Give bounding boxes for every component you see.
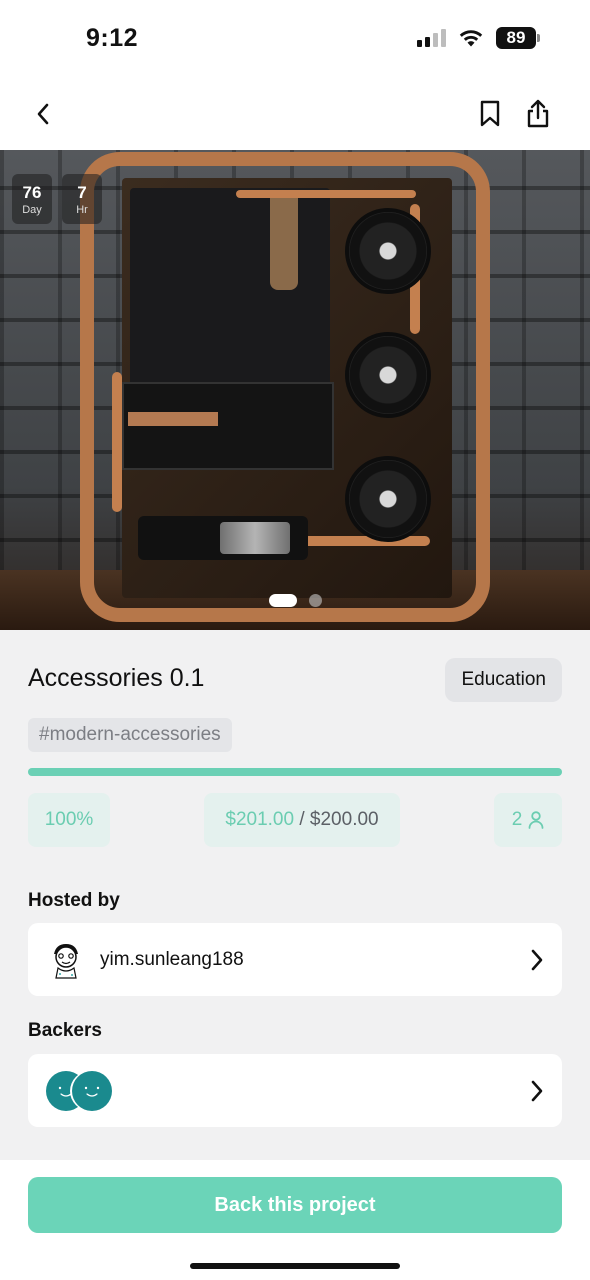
image-reservoir-glass xyxy=(220,522,290,554)
backers-label: Backers xyxy=(28,1020,102,1041)
battery-level: 89 xyxy=(496,27,536,49)
funding-progress-bar xyxy=(28,768,562,776)
battery-icon: 89 xyxy=(496,27,540,49)
category-badge[interactable]: Education xyxy=(445,658,562,702)
funded-percent: 100% xyxy=(28,793,110,847)
share-icon xyxy=(527,99,549,128)
backer-avatars xyxy=(46,1070,116,1111)
countdown-hours: 7 Hr xyxy=(62,174,102,224)
chevron-right-icon xyxy=(531,949,543,970)
smiley-icon xyxy=(84,1086,100,1097)
image-fan xyxy=(345,208,431,294)
carousel-dot[interactable] xyxy=(308,594,322,607)
status-icons: 89 xyxy=(417,27,540,49)
chevron-right-icon xyxy=(531,1080,543,1101)
countdown-hours-unit: Hr xyxy=(76,203,88,216)
backer-avatar xyxy=(72,1070,112,1111)
image-pipe xyxy=(236,190,416,198)
wifi-icon xyxy=(459,29,483,46)
footer: Back this project xyxy=(0,1160,590,1280)
carousel-dot[interactable] xyxy=(268,594,297,607)
bookmark-button[interactable] xyxy=(470,94,510,134)
back-project-button[interactable]: Back this project xyxy=(28,1177,562,1233)
raised-amount: $201.00 xyxy=(225,809,295,830)
countdown-hours-value: 7 xyxy=(77,182,87,202)
image-pipe xyxy=(112,372,122,512)
person-icon xyxy=(528,811,544,829)
countdown: 76 Day 7 Hr xyxy=(12,174,102,224)
status-bar: 9:12 89 xyxy=(0,0,590,80)
chevron-left-icon xyxy=(37,103,49,125)
cellular-signal-icon xyxy=(417,29,446,47)
amount-separator: / xyxy=(294,809,310,830)
bookmark-icon xyxy=(480,100,500,127)
share-button[interactable] xyxy=(518,94,558,134)
avatar xyxy=(46,939,86,980)
countdown-days-unit: Day xyxy=(22,203,42,216)
project-image-carousel[interactable]: 76 Day 7 Hr xyxy=(0,150,590,630)
home-indicator[interactable] xyxy=(190,1263,400,1269)
countdown-days-value: 76 xyxy=(22,182,42,202)
funding-amount: $201.00 / $200.00 xyxy=(204,793,400,847)
image-gpu-plate xyxy=(128,412,218,426)
backers-count-value: 2 xyxy=(511,809,523,830)
host-avatar-icon xyxy=(54,943,78,979)
image-fan xyxy=(345,456,431,542)
carousel-pagination xyxy=(0,594,590,607)
back-button[interactable] xyxy=(23,94,63,134)
project-title: Accessories 0.1 xyxy=(28,664,205,692)
funding-progress-fill xyxy=(28,768,562,776)
host-card[interactable]: yim.sunleang188 xyxy=(28,923,562,996)
image-pipe xyxy=(300,536,430,546)
nav-bar xyxy=(0,80,590,150)
image-gpu xyxy=(122,382,334,470)
project-tag[interactable]: #modern-accessories xyxy=(28,718,232,752)
countdown-days: 76 Day xyxy=(12,174,52,224)
image-ram-sticks xyxy=(270,190,298,290)
image-fan xyxy=(345,332,431,418)
hosted-by-label: Hosted by xyxy=(28,890,120,911)
host-username: yim.sunleang188 xyxy=(100,948,244,970)
backers-count: 2 xyxy=(494,793,562,847)
goal-amount: $200.00 xyxy=(309,809,379,830)
status-time: 9:12 xyxy=(86,24,139,52)
backers-card[interactable] xyxy=(28,1054,562,1127)
